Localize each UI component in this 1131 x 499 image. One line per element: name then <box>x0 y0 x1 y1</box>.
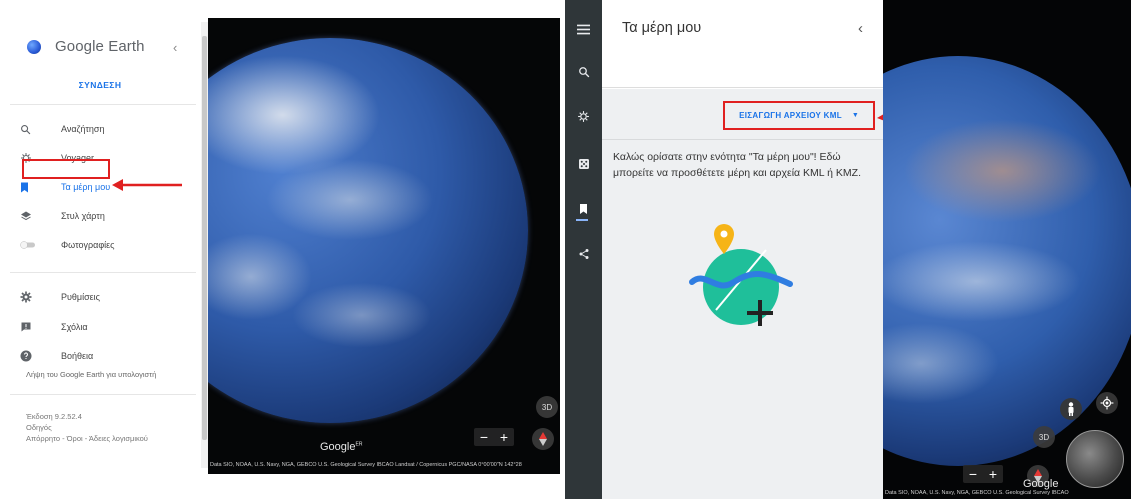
menu-item-label: Σχόλια <box>61 322 88 332</box>
menu-item-label: Φωτογραφίες <box>61 240 115 250</box>
view-3d-button[interactable]: 3D <box>536 396 558 418</box>
bookmark-icon[interactable] <box>565 203 602 215</box>
gear-icon <box>20 291 40 303</box>
map-attribution: Data SIO, NOAA, U.S. Navy, NGA, GEBCO U.… <box>885 490 1069 496</box>
zoom-out-button[interactable]: − <box>474 428 494 446</box>
zoom-controls: − + <box>963 465 1003 483</box>
share-icon[interactable] <box>565 248 602 260</box>
menu-item-help[interactable]: Βοήθεια <box>20 345 195 367</box>
divider <box>10 394 196 395</box>
map-attribution: Data SIO, NOAA, U.S. Navy, NGA, GEBCO U.… <box>210 462 522 468</box>
divider <box>10 104 196 105</box>
zoom-out-button[interactable]: − <box>963 465 983 483</box>
watermark-sup: ER <box>355 441 363 448</box>
zoom-controls: − + <box>474 428 514 446</box>
menu-item-label: Ρυθμίσεις <box>61 292 101 302</box>
guide-link[interactable]: Οδηγός <box>26 422 148 433</box>
welcome-message: Καλώς ορίσατε στην ενότητα "Τα μέρη μου"… <box>613 151 862 179</box>
my-places-panel-header <box>602 0 883 88</box>
search-icon[interactable] <box>565 66 602 78</box>
signin-button[interactable]: ΣΥΝΔΕΣΗ <box>0 80 200 90</box>
earth-globe[interactable] <box>208 38 528 423</box>
view-3d-button[interactable]: 3D <box>1033 426 1055 448</box>
collapse-panel-icon[interactable]: ‹ <box>858 20 863 37</box>
red-arrow-icon <box>112 179 182 191</box>
version-text: Έκδοση 9.2.52.4 <box>26 412 82 421</box>
rail-active-indicator <box>576 219 588 221</box>
menu-icon[interactable] <box>565 24 602 35</box>
bookmark-icon <box>20 182 40 193</box>
layers-icon <box>20 210 40 222</box>
google-watermark: Google <box>1023 478 1059 490</box>
watermark-text: Google <box>320 441 356 453</box>
sidebar-scrollbar-thumb[interactable] <box>202 36 207 440</box>
zoom-in-button[interactable]: + <box>983 465 1003 483</box>
menu-item-label: Αναζήτηση <box>61 124 105 134</box>
menu-item-label: Βοήθεια <box>61 351 94 361</box>
menu-item-label: Στυλ χάρτη <box>61 211 105 221</box>
divider <box>10 272 196 273</box>
download-desktop-link[interactable]: Λήψη του Google Earth για υπολογιστή <box>26 370 156 379</box>
help-icon <box>20 350 40 362</box>
collapse-sidebar-icon[interactable]: ‹ <box>173 40 177 55</box>
pegman-icon[interactable] <box>1060 398 1082 420</box>
panel-title: Τα μέρη μου <box>622 20 702 36</box>
my-places-illustration-icon <box>689 224 793 326</box>
zoom-in-button[interactable]: + <box>494 428 514 446</box>
import-kml-button[interactable]: ΕΙΣΑΓΩΓΗ ΑΡΧΕΙΟΥ KML ▼ <box>723 101 875 130</box>
import-kml-label: ΕΙΣΑΓΩΓΗ ΑΡΧΕΙΟΥ KML <box>739 111 842 120</box>
search-icon <box>20 124 40 135</box>
minimap-globe[interactable] <box>1066 430 1124 488</box>
left-globe-view[interactable]: 3D − + GoogleER Data SIO, NOAA, U.S. Nav… <box>208 18 560 474</box>
menu-item-search[interactable]: Αναζήτηση <box>20 118 195 140</box>
dice-icon[interactable] <box>565 158 602 170</box>
compass-icon[interactable] <box>532 428 554 450</box>
toggle-icon[interactable] <box>20 240 40 250</box>
menu-item-feedback[interactable]: Σχόλια <box>20 316 195 338</box>
brand-name: Google Earth <box>55 38 145 55</box>
left-sidebar: Google Earth ‹ ΣΥΝΔΕΣΗ Αναζήτηση Voyager… <box>0 18 200 474</box>
version-info: Έκδοση 9.2.52.4 Οδηγός Απόρρητο - Όροι -… <box>26 411 148 444</box>
menu-item-map-style[interactable]: Στυλ χάρτη <box>20 205 195 227</box>
chevron-down-icon: ▼ <box>851 112 859 119</box>
composite-screenshot: Google Earth ‹ ΣΥΝΔΕΣΗ Αναζήτηση Voyager… <box>0 0 1131 499</box>
divider <box>602 139 883 140</box>
menu-item-photos[interactable]: Φωτογραφίες <box>20 234 195 256</box>
highlight-box-my-places <box>22 159 110 179</box>
earth-globe[interactable] <box>883 56 1131 466</box>
google-watermark: GoogleER <box>320 441 362 453</box>
feedback-icon <box>20 321 40 333</box>
voyager-icon[interactable] <box>565 110 602 123</box>
my-location-icon[interactable] <box>1096 392 1118 414</box>
brand: Google Earth <box>27 38 145 55</box>
legal-links[interactable]: Απόρρητο - Όροι - Άδειες λογισμικού <box>26 433 148 444</box>
menu-item-label: Τα μέρη μου <box>61 182 111 192</box>
menu-item-settings[interactable]: Ρυθμίσεις <box>20 286 195 308</box>
right-globe-view[interactable]: 3D − + Google Data SIO, NOAA, U.S. Navy,… <box>883 0 1131 499</box>
google-earth-logo-icon <box>27 39 41 54</box>
